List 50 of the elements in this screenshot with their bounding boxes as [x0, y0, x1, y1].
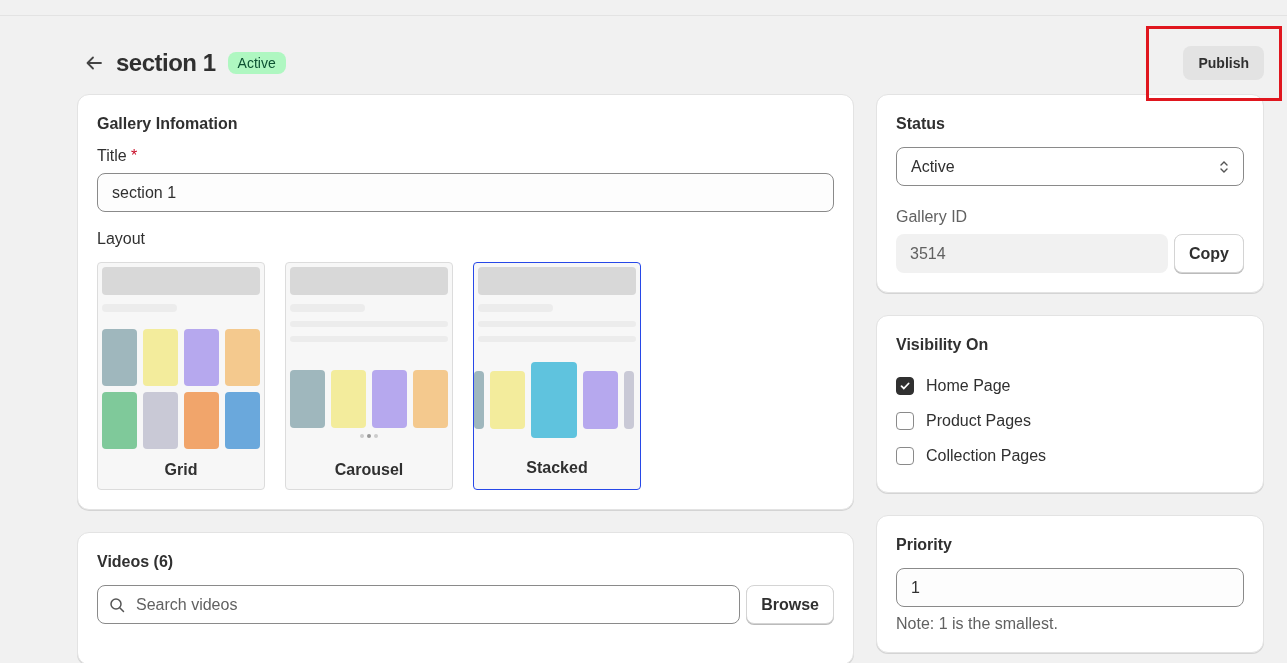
page-title: section 1 [116, 49, 216, 77]
field-label: Layout [97, 230, 147, 248]
gallery-id-field[interactable]: 3514 [896, 234, 1168, 273]
search-icon [109, 597, 125, 613]
photo-placeholder [225, 392, 260, 449]
note-text: Note: 1 is the smallest. [896, 615, 1059, 633]
layout-label: Carousel [333, 461, 405, 479]
card-heading: Gallery Infomation [97, 115, 239, 133]
photo-placeholder [583, 371, 618, 429]
search-field[interactable]: Search videos [97, 585, 741, 624]
checkbox-label: Collection Pages [926, 446, 1047, 465]
checkbox[interactable] [896, 376, 914, 395]
status-badge: Active [227, 52, 286, 74]
photo-placeholder [624, 371, 634, 429]
card-heading: Status [896, 115, 946, 133]
status-select[interactable]: Active [896, 147, 1244, 186]
layout-option[interactable]: Stacked [473, 262, 641, 490]
publish-button[interactable]: Publish [1183, 46, 1264, 80]
card-heading: Videos (6) [97, 553, 175, 571]
checkbox[interactable] [896, 411, 914, 430]
photo-placeholder [474, 371, 484, 429]
card-heading: Priority [896, 536, 953, 554]
photo-placeholder [184, 329, 219, 386]
title-input[interactable]: section 1 [97, 173, 834, 212]
card-heading: Visibility On [896, 336, 990, 354]
checkbox-label: Home Page [926, 376, 1011, 395]
required-mark: * [131, 147, 138, 164]
photo-placeholder [184, 392, 219, 449]
layout-option[interactable]: Grid [97, 262, 265, 490]
photo-placeholder [143, 392, 178, 449]
field-label: Gallery ID [896, 208, 969, 226]
photo-placeholder [143, 329, 178, 386]
layout-label: Stacked [525, 459, 589, 477]
copy-button[interactable]: Copy [1174, 234, 1244, 273]
checkbox-label: Product Pages [926, 411, 1031, 430]
field-label: Title [97, 147, 127, 164]
photo-placeholder [372, 370, 407, 428]
photo-placeholder [102, 329, 137, 386]
pagination-dots-icon [360, 434, 378, 438]
photo-placeholder [102, 392, 137, 449]
checkbox[interactable] [896, 446, 914, 465]
photo-placeholder [331, 370, 366, 428]
browse-button[interactable]: Browse [746, 585, 834, 624]
photo-placeholder [413, 370, 448, 428]
layout-label: Grid [163, 461, 199, 479]
photo-placeholder [290, 370, 325, 428]
priority-input[interactable]: 1 [896, 568, 1244, 607]
photo-placeholder [225, 329, 260, 386]
layout-option[interactable]: Carousel [285, 262, 453, 490]
photo-placeholder [490, 371, 525, 429]
